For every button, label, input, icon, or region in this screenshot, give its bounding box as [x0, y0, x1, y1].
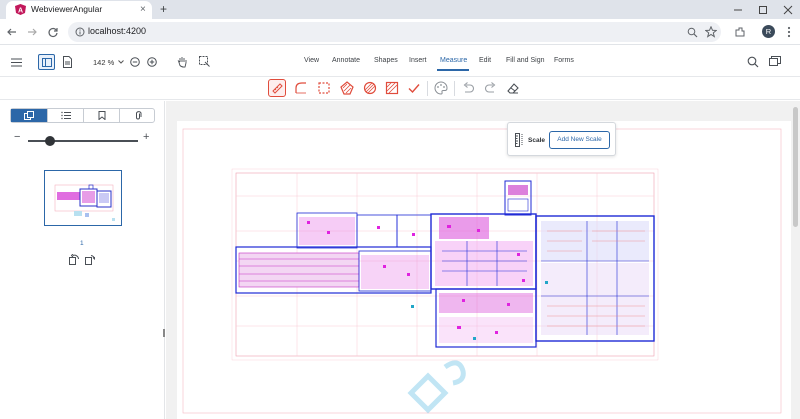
search-icon[interactable]	[747, 56, 759, 68]
vertical-scrollbar[interactable]	[791, 101, 800, 419]
forward-arrow-icon[interactable]	[26, 26, 38, 38]
tab-shapes[interactable]: Shapes	[374, 57, 398, 64]
redo-icon[interactable]	[483, 80, 499, 96]
panel-icon	[42, 58, 52, 67]
arc-measure-icon[interactable]	[293, 80, 309, 96]
viewer-header: 142 % View Annotate Shapes Insert Measur…	[0, 46, 800, 77]
attachments-tab[interactable]	[119, 109, 155, 122]
extensions-icon[interactable]	[734, 26, 746, 38]
outline-tab[interactable]	[47, 109, 83, 122]
comments-panel-icon[interactable]	[769, 56, 781, 67]
new-tab-button[interactable]: +	[160, 3, 167, 15]
ruler-icon	[272, 83, 283, 94]
scale-ruler-icon	[515, 133, 523, 147]
zoom-selector[interactable]: 142 %	[88, 54, 128, 69]
document-icon[interactable]	[63, 56, 72, 68]
thumb-zoom-out-button[interactable]: −	[14, 131, 20, 143]
rotate-counterclockwise-icon[interactable]	[69, 254, 79, 265]
tab-insert[interactable]: Insert	[409, 57, 427, 64]
distance-measure-tool[interactable]	[268, 79, 286, 97]
page-number-label: 1	[80, 240, 84, 247]
browser-toolbar: localhost:4200 R	[0, 19, 800, 45]
back-arrow-icon[interactable]	[6, 26, 18, 38]
scale-label: Scale	[528, 137, 545, 144]
page-thumbnail[interactable]	[44, 170, 122, 226]
window-close-icon[interactable]	[783, 5, 793, 15]
document-page[interactable]	[177, 121, 791, 419]
rectangular-area-icon[interactable]	[384, 80, 400, 96]
site-info-icon[interactable]	[75, 27, 85, 37]
browser-menu-icon[interactable]	[786, 26, 792, 38]
add-new-scale-button[interactable]: Add New Scale	[549, 131, 610, 149]
tab-fill-and-sign[interactable]: Fill and Sign	[506, 57, 545, 64]
pan-hand-icon[interactable]	[177, 56, 188, 68]
angular-icon: A	[15, 4, 26, 15]
tab-title: WebviewerAngular	[31, 4, 103, 14]
zoom-in-icon[interactable]	[147, 57, 157, 67]
ellipse-area-icon[interactable]	[362, 80, 378, 96]
panel-resize-handle[interactable]	[163, 329, 165, 337]
tab-view[interactable]: View	[304, 57, 319, 64]
svg-text:A: A	[18, 8, 23, 15]
toolbar-divider	[427, 81, 428, 96]
select-region-icon[interactable]	[199, 56, 210, 67]
undo-icon[interactable]	[460, 80, 476, 96]
outline-list-icon	[61, 111, 71, 120]
scale-popup: Scale Add New Scale	[507, 122, 616, 156]
thumbnail-image	[54, 184, 115, 221]
bookmarks-tab[interactable]	[83, 109, 119, 122]
rotate-clockwise-icon[interactable]	[85, 254, 95, 265]
thumbnails-icon	[24, 111, 34, 120]
thumbnails-tab[interactable]	[11, 109, 47, 122]
scrollbar-thumb[interactable]	[793, 107, 798, 227]
zoom-out-icon[interactable]	[130, 57, 140, 67]
hamburger-menu-icon[interactable]	[11, 58, 22, 67]
tab-forms[interactable]: Forms	[554, 57, 574, 64]
tab-close-icon[interactable]: ×	[140, 4, 146, 16]
thumb-zoom-in-button[interactable]: +	[143, 131, 149, 143]
active-tab-indicator	[437, 69, 469, 71]
left-panel-toggle[interactable]	[38, 54, 55, 70]
chevron-down-icon	[118, 60, 124, 64]
tab-measure[interactable]: Measure	[440, 57, 467, 64]
address-bar[interactable]: localhost:4200	[68, 22, 721, 42]
paperclip-icon	[136, 111, 142, 120]
reload-icon[interactable]	[47, 26, 59, 38]
left-panel: − + 1	[0, 101, 165, 419]
count-checkmark-icon[interactable]	[406, 80, 422, 96]
floor-plan-drawing	[182, 128, 782, 414]
style-palette-icon[interactable]	[433, 80, 449, 96]
measure-toolbar	[0, 77, 800, 100]
zoom-lens-icon[interactable]	[687, 27, 698, 38]
url-text: localhost:4200	[88, 26, 147, 36]
minimize-icon[interactable]	[733, 5, 743, 15]
perimeter-measure-icon[interactable]	[316, 80, 332, 96]
slider-knob[interactable]	[45, 136, 55, 146]
bookmark-icon	[98, 111, 106, 120]
browser-titlebar: A WebviewerAngular × +	[0, 0, 800, 19]
tab-annotate[interactable]: Annotate	[332, 57, 360, 64]
tab-edit[interactable]: Edit	[479, 57, 491, 64]
zoom-value: 142 %	[93, 58, 115, 67]
maximize-icon[interactable]	[758, 5, 768, 15]
eraser-icon[interactable]	[505, 80, 521, 96]
left-panel-tabs	[10, 108, 155, 123]
toolbar-divider	[454, 81, 455, 96]
profile-avatar[interactable]: R	[762, 25, 775, 38]
bookmark-star-icon[interactable]	[705, 26, 717, 38]
area-measure-icon[interactable]	[339, 80, 355, 96]
browser-tab[interactable]: A WebviewerAngular ×	[6, 1, 152, 19]
